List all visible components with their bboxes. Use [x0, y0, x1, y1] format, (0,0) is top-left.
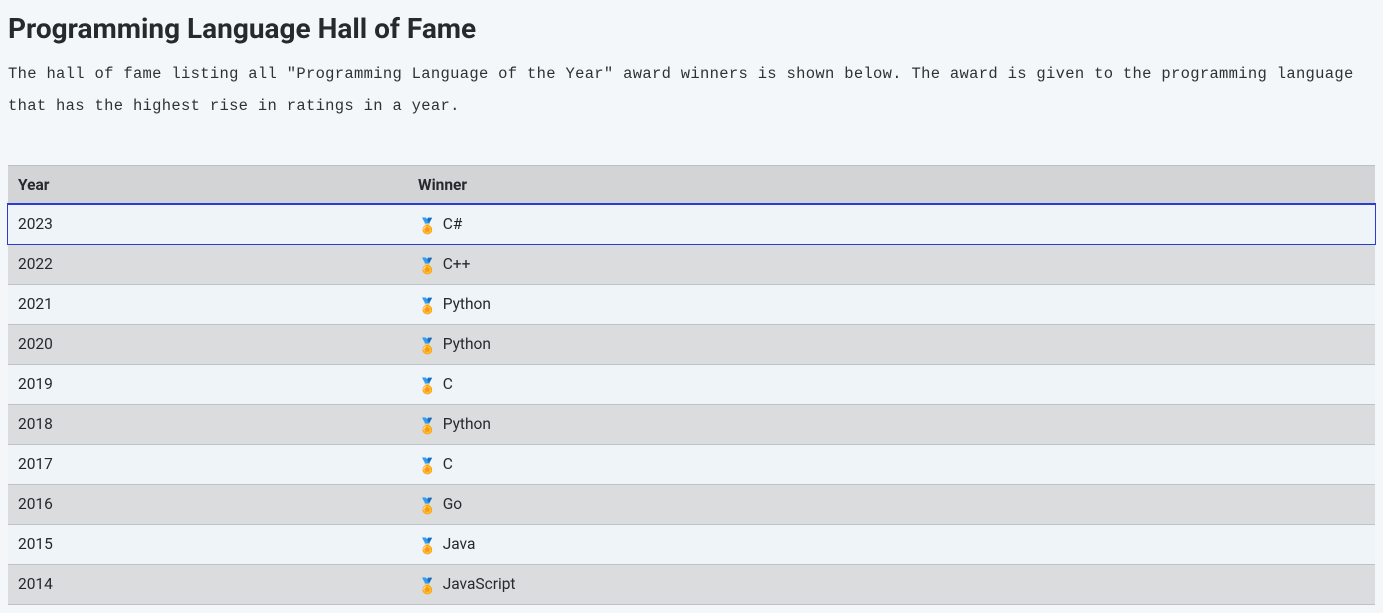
winner-name: Java [443, 535, 476, 553]
winner-name: Python [443, 295, 491, 313]
cell-year: 2019 [8, 364, 408, 404]
table-row: 2022 🏅 C++ [8, 244, 1375, 284]
table-row: 2015 🏅 Java [8, 524, 1375, 564]
table-row: 2021 🏅 Python [8, 284, 1375, 324]
medal-icon: 🏅 [418, 339, 437, 354]
medal-icon: 🏅 [418, 579, 437, 594]
winner-name: C# [443, 215, 463, 233]
cell-year: 2020 [8, 324, 408, 364]
cell-winner: 🏅 Python [408, 404, 1375, 444]
cell-winner: 🏅 Go [408, 484, 1375, 524]
cell-winner: 🏅C [408, 364, 1375, 404]
medal-icon: 🏅 [418, 539, 437, 554]
winner-name: Go [443, 495, 462, 513]
table-header-row: Year Winner [8, 165, 1375, 204]
winner-name: JavaScript [443, 575, 516, 593]
cell-winner: 🏅 JavaScript [408, 564, 1375, 604]
table-row: 2023 🏅 C# [8, 204, 1375, 244]
page-title: Programming Language Hall of Fame [8, 12, 1375, 45]
table-row: 2020 🏅 Python [8, 324, 1375, 364]
table-row: 2019🏅C [8, 364, 1375, 404]
winner-name: Python [443, 415, 491, 433]
col-header-winner: Winner [408, 165, 1375, 204]
intro-text: The hall of fame listing all "Programmin… [8, 59, 1375, 123]
table-row: 2018 🏅 Python [8, 404, 1375, 444]
cell-winner: 🏅 C++ [408, 244, 1375, 284]
cell-winner: 🏅 C# [408, 204, 1375, 244]
cell-year: 2018 [8, 404, 408, 444]
cell-year: 2021 [8, 284, 408, 324]
cell-year: 2023 [8, 204, 408, 244]
cell-year: 2015 [8, 524, 408, 564]
cell-year: 2016 [8, 484, 408, 524]
cell-winner: 🏅C [408, 444, 1375, 484]
winner-name: C++ [443, 255, 471, 273]
medal-icon: 🏅 [418, 379, 437, 394]
medal-icon: 🏅 [418, 299, 437, 314]
table-row: 2017🏅C [8, 444, 1375, 484]
winner-name: C [443, 375, 453, 393]
col-header-year: Year [8, 165, 408, 204]
medal-icon: 🏅 [418, 499, 437, 514]
cell-winner: 🏅 Python [408, 324, 1375, 364]
medal-icon: 🏅 [418, 259, 437, 274]
medal-icon: 🏅 [418, 459, 437, 474]
medal-icon: 🏅 [418, 419, 437, 434]
table-row: 2016 🏅 Go [8, 484, 1375, 524]
winner-name: C [443, 455, 453, 473]
hall-of-fame-table: Year Winner 2023🏅C#2022🏅C++2021🏅Python20… [8, 165, 1375, 605]
winner-name: Python [443, 335, 491, 353]
cell-year: 2014 [8, 564, 408, 604]
cell-year: 2017 [8, 444, 408, 484]
cell-winner: 🏅 Python [408, 284, 1375, 324]
cell-year: 2022 [8, 244, 408, 284]
medal-icon: 🏅 [418, 219, 437, 234]
cell-winner: 🏅 Java [408, 524, 1375, 564]
table-row: 2014 🏅 JavaScript [8, 564, 1375, 604]
